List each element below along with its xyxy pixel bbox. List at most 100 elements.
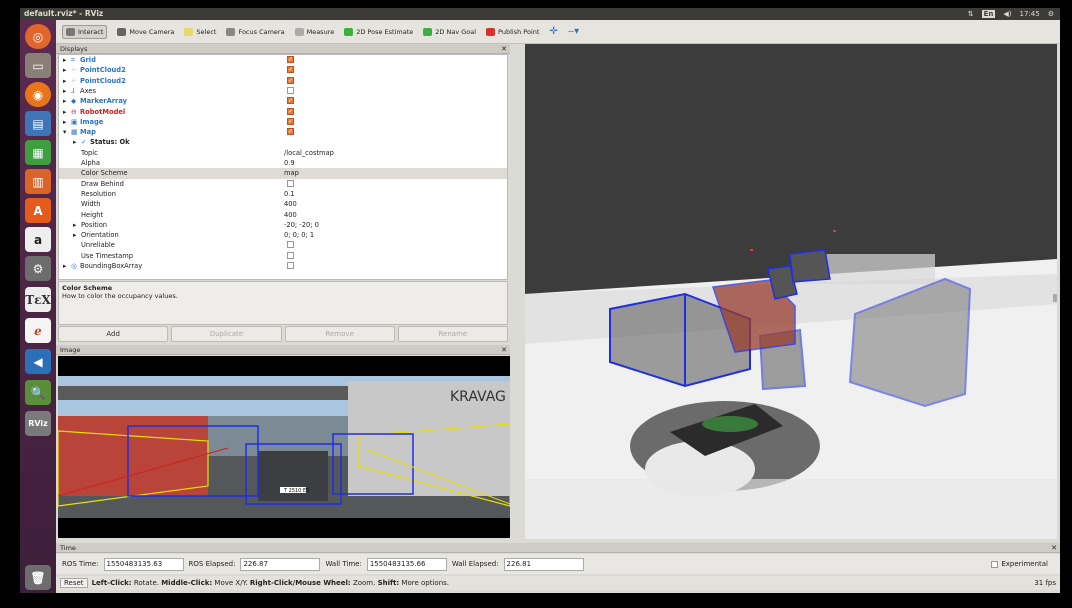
tool-move-camera[interactable]: Move Camera	[117, 27, 174, 36]
expand-arrow-icon[interactable]: ▸	[63, 55, 66, 65]
network-icon[interactable]: ⇅	[968, 10, 974, 18]
expand-arrow-icon[interactable]: ▸	[73, 230, 76, 240]
display-row[interactable]: Topic/local_costmap	[59, 148, 507, 158]
close-icon[interactable]: ✕	[1051, 543, 1057, 553]
3d-view[interactable]	[525, 44, 1057, 539]
tex-icon[interactable]: TɛX	[25, 287, 51, 312]
camera-image-scene: T 2510 ES KRAVAG	[58, 376, 510, 518]
display-row[interactable]: Height 400	[59, 210, 507, 220]
property-value[interactable]: -20; -20; 0	[284, 220, 319, 230]
ubuntu-dash-icon[interactable]: ◎	[25, 24, 51, 49]
experimental-toggle[interactable]: Experimental	[991, 560, 1048, 568]
property-value[interactable]: 400	[284, 199, 297, 209]
rename-button[interactable]: Rename	[397, 326, 508, 342]
remove-button[interactable]: Remove	[284, 326, 395, 342]
wall-time-field[interactable]: 1550483135.66	[366, 557, 447, 571]
expand-arrow-icon[interactable]: ▸	[63, 117, 66, 127]
rviz-icon[interactable]: RViz	[25, 411, 51, 436]
tool-publish-point[interactable]: Publish Point	[486, 27, 539, 36]
system-settings-icon[interactable]: ⚙	[25, 256, 51, 281]
expand-arrow-icon[interactable]: ▸	[73, 220, 76, 230]
display-row[interactable]: Resolution 0.1	[59, 189, 507, 199]
writer-icon[interactable]: ▤	[25, 111, 51, 136]
display-row[interactable]: ▸ ▣ Image	[59, 117, 507, 127]
enable-checkbox[interactable]	[287, 241, 294, 249]
files-icon[interactable]: ▭	[25, 53, 51, 78]
tool-2d-nav-goal[interactable]: 2D Nav Goal	[423, 27, 476, 36]
expand-arrow-icon[interactable]: ▸	[63, 96, 66, 106]
settings-gear-icon[interactable]: ⚙	[1048, 10, 1054, 18]
search-tool-icon[interactable]: 🔍	[25, 380, 51, 405]
enable-checkbox[interactable]	[287, 262, 294, 269]
enable-checkbox[interactable]	[287, 86, 294, 94]
property-value[interactable]: 0; 0; 0; 1	[284, 230, 314, 240]
software-center-icon[interactable]: A	[25, 198, 51, 223]
close-icon[interactable]: ✕	[501, 345, 507, 355]
expand-arrow-icon[interactable]: ▸	[63, 76, 66, 86]
enable-checkbox[interactable]	[287, 107, 294, 117]
enable-checkbox[interactable]	[287, 55, 294, 65]
property-value[interactable]: 0.9	[284, 158, 295, 168]
ros-elapsed-field[interactable]: 226.87	[240, 557, 321, 571]
property-value[interactable]: 0.1	[284, 189, 295, 199]
clock[interactable]: 17:45	[1020, 10, 1040, 18]
remove-tool-button[interactable]: ‒▾	[568, 26, 579, 37]
display-row[interactable]: ▸ ⁘ PointCloud2	[59, 76, 507, 86]
tool-measure[interactable]: Measure	[294, 27, 334, 36]
impress-icon[interactable]: ▥	[25, 169, 51, 194]
display-row[interactable]: Alpha 0.9	[59, 158, 507, 168]
trash-icon[interactable]: 🗑	[25, 565, 51, 590]
tool-2d-pose-estimate[interactable]: 2D Pose Estimate	[344, 27, 413, 36]
display-row[interactable]: Draw Behind	[59, 179, 507, 189]
keyboard-language[interactable]: En	[981, 10, 996, 18]
display-row[interactable]: ▸ ⊖ RobotModel	[59, 107, 507, 117]
display-row[interactable]: ▸ ⌗ Grid	[59, 55, 507, 65]
enable-checkbox[interactable]	[287, 76, 294, 86]
experimental-checkbox[interactable]	[991, 560, 999, 568]
tool-interact[interactable]: Interact	[62, 24, 108, 39]
expand-arrow-icon[interactable]: ▸	[63, 86, 66, 96]
property-value[interactable]: map	[284, 168, 299, 178]
display-row[interactable]: ▾ ▦ Map	[59, 127, 507, 137]
display-row[interactable]: Width 400	[59, 199, 507, 209]
expand-arrow-icon[interactable]: ▸	[63, 107, 66, 117]
enable-checkbox[interactable]	[287, 127, 294, 137]
volume-icon[interactable]: ◀)	[1003, 10, 1011, 18]
display-row[interactable]: Color Scheme map	[59, 168, 507, 179]
duplicate-button[interactable]: Duplicate	[171, 326, 282, 342]
add-tool-button[interactable]: ✛	[549, 26, 557, 37]
editor-icon[interactable]: ℯ	[25, 318, 51, 343]
enable-checkbox[interactable]	[287, 96, 294, 106]
amazon-icon[interactable]: a	[25, 227, 51, 252]
display-row[interactable]: ▸ ⅃ Axes	[59, 86, 507, 96]
displays-tree[interactable]: ▸ ⌗ Grid ▸ ⁘PointCloud2 ▸ ⁘PointCloud2 ▸ ⅃ Axes ▸ ◆…	[58, 54, 508, 280]
property-value[interactable]: /local_costmap	[284, 148, 334, 158]
vscode-icon[interactable]: ◀	[25, 349, 51, 374]
tool-select[interactable]: Select	[184, 27, 216, 36]
enable-checkbox[interactable]	[287, 251, 294, 259]
reset-button[interactable]: Reset	[60, 578, 88, 588]
firefox-icon[interactable]: ◉	[25, 82, 51, 107]
enable-checkbox[interactable]	[287, 65, 294, 75]
expand-arrow-icon[interactable]: ▸	[63, 65, 66, 75]
display-row[interactable]: ▸ ⁘ PointCloud2	[59, 65, 507, 75]
display-row[interactable]: ▸ Position -20; -20; 0	[59, 220, 507, 230]
add-button[interactable]: Add	[58, 326, 169, 342]
enable-checkbox[interactable]	[287, 117, 294, 127]
expand-arrow-icon[interactable]: ▸	[73, 137, 76, 147]
display-row[interactable]: ▸ ✓ Status: Ok	[59, 137, 507, 147]
expand-arrow-icon[interactable]: ▾	[63, 127, 66, 137]
ros-time-field[interactable]: 1550483135.63	[103, 557, 184, 571]
display-row[interactable]: ▸ ◆ MarkerArray	[59, 96, 507, 106]
property-value[interactable]: 400	[284, 210, 297, 220]
display-row[interactable]: ▸ Orientation 0; 0; 0; 1	[59, 230, 507, 240]
wall-elapsed-field[interactable]: 226.81	[503, 557, 584, 571]
close-icon[interactable]: ✕	[501, 44, 507, 54]
display-row[interactable]: Use Timestamp	[59, 251, 507, 261]
display-row[interactable]: ▸ ◎ BoundingBoxArray	[59, 261, 507, 271]
display-row[interactable]: Unreliable	[59, 240, 507, 250]
expand-arrow-icon[interactable]: ▸	[63, 261, 66, 271]
tool-focus-camera[interactable]: Focus Camera	[226, 27, 285, 36]
calc-icon[interactable]: ▦	[25, 140, 51, 165]
enable-checkbox[interactable]	[287, 179, 294, 187]
